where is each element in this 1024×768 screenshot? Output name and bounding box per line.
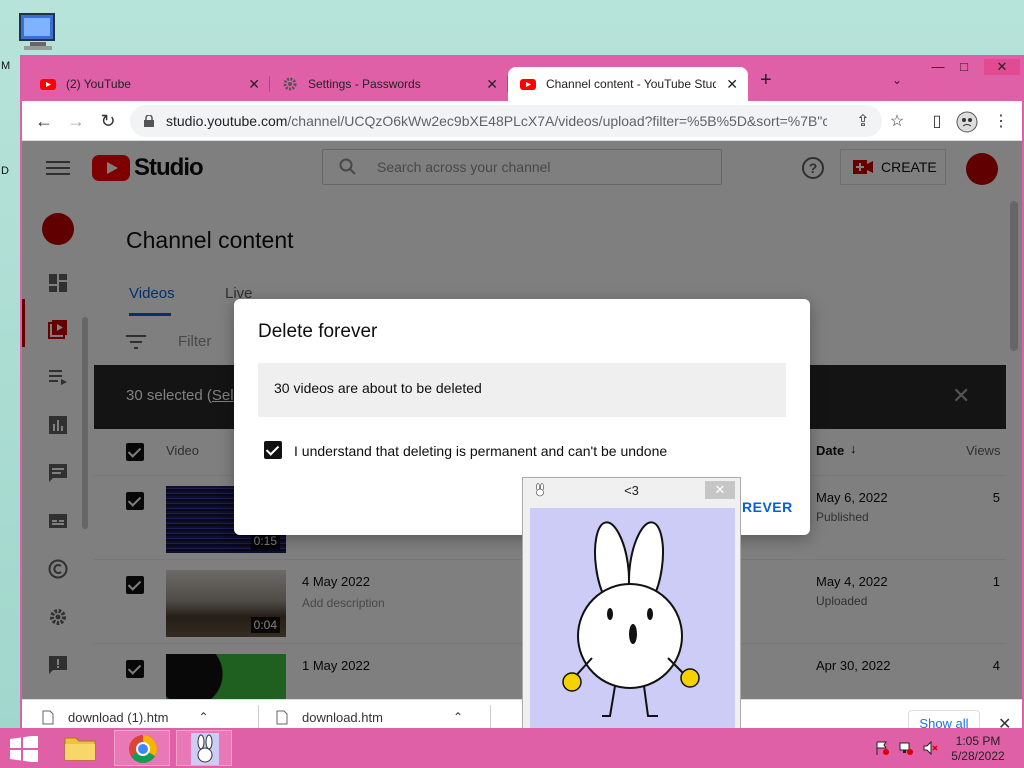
back-arrow-icon[interactable]: ← [32,109,56,133]
close-tab-icon[interactable]: ✕ [486,76,498,93]
profile-avatar-icon[interactable] [956,111,978,133]
bookmark-star-icon[interactable]: ☆ [886,111,908,133]
tab-label: Settings - Passwords [308,77,421,91]
download-filename: download.htm [302,709,383,725]
clock-time: 1:05 PM [955,734,1001,748]
side-panel-icon[interactable]: ▯ [926,111,948,133]
action-center-flag-icon[interactable] [874,740,890,756]
close-window-button[interactable]: ✕ [984,59,1020,75]
file-icon [276,710,288,724]
reload-icon[interactable]: ↻ [96,109,120,133]
lock-icon [144,115,154,127]
chrome-taskbar-button[interactable] [114,730,170,766]
folder-icon [64,737,96,761]
chevron-up-icon[interactable]: ⌃ [453,710,463,724]
tab-youtube[interactable]: (2) YouTube ✕ [28,67,270,101]
bunny-icon [191,733,219,765]
share-icon[interactable]: ⇪ [852,111,874,133]
forward-arrow-icon[interactable]: → [64,109,88,133]
gear-icon [283,77,297,91]
windows-start-icon[interactable] [10,736,38,762]
tab-settings-passwords[interactable]: Settings - Passwords ✕ [270,67,508,101]
divider [490,705,491,729]
new-tab-button[interactable]: + [760,69,772,92]
browser-toolbar: ← → ↻ studio.youtube.com/channel/UCQzO6k… [22,101,1022,141]
desktop-label: D [1,165,9,177]
chevron-up-icon[interactable]: ⌃ [198,710,208,724]
bunny-app-taskbar-button[interactable] [176,730,232,766]
divider [258,705,259,729]
menu-kebab-icon[interactable]: ⋮ [990,111,1012,133]
tab-search-icon[interactable]: ⌄ [892,73,902,87]
dialog-title: Delete forever [258,321,378,342]
url-path: /channel/UCQzO6kWw2ec9bXE48PLcX7A/videos… [287,113,828,129]
delete-forever-button[interactable]: REVER [742,499,793,515]
download-filename: download (1).htm [68,709,169,725]
confirm-checkbox-label[interactable]: I understand that deleting is permanent … [294,443,667,459]
computer-icon[interactable] [16,10,62,54]
dialog-message: 30 videos are about to be deleted [258,363,786,417]
network-icon[interactable] [898,740,914,756]
address-bar[interactable]: studio.youtube.com/channel/UCQzO6kWw2ec9… [130,105,882,137]
tab-label: (2) YouTube [66,77,131,91]
tab-channel-content[interactable]: Channel content - YouTube Studio ✕ [508,67,748,101]
bunny-popup-window[interactable]: <3 ✕ [522,477,741,744]
bunny-image [530,508,735,738]
maximize-button[interactable]: □ [946,59,982,74]
close-tab-icon[interactable]: ✕ [248,76,260,93]
confirm-checkbox[interactable] [264,441,282,459]
youtube-icon [520,79,536,90]
youtube-icon [40,79,56,90]
desktop-label: M [1,60,11,72]
file-explorer-taskbar-button[interactable] [52,730,108,766]
clock-date: 5/28/2022 [951,749,1005,763]
file-icon [42,710,54,724]
tab-strip: (2) YouTube ✕ Settings - Passwords ✕ Cha… [20,55,1024,101]
volume-muted-icon[interactable] [922,740,938,756]
tab-label: Channel content - YouTube Studio [546,77,716,91]
close-tab-icon[interactable]: ✕ [726,76,738,93]
taskbar-clock[interactable]: 1:05 PM 5/28/2022 [948,734,1008,764]
popup-close-button[interactable]: ✕ [705,481,735,499]
windows-taskbar: 1:05 PM 5/28/2022 [0,728,1024,768]
bunny-drawing [562,521,700,717]
chrome-icon [129,735,157,763]
url-domain: studio.youtube.com [166,113,288,129]
